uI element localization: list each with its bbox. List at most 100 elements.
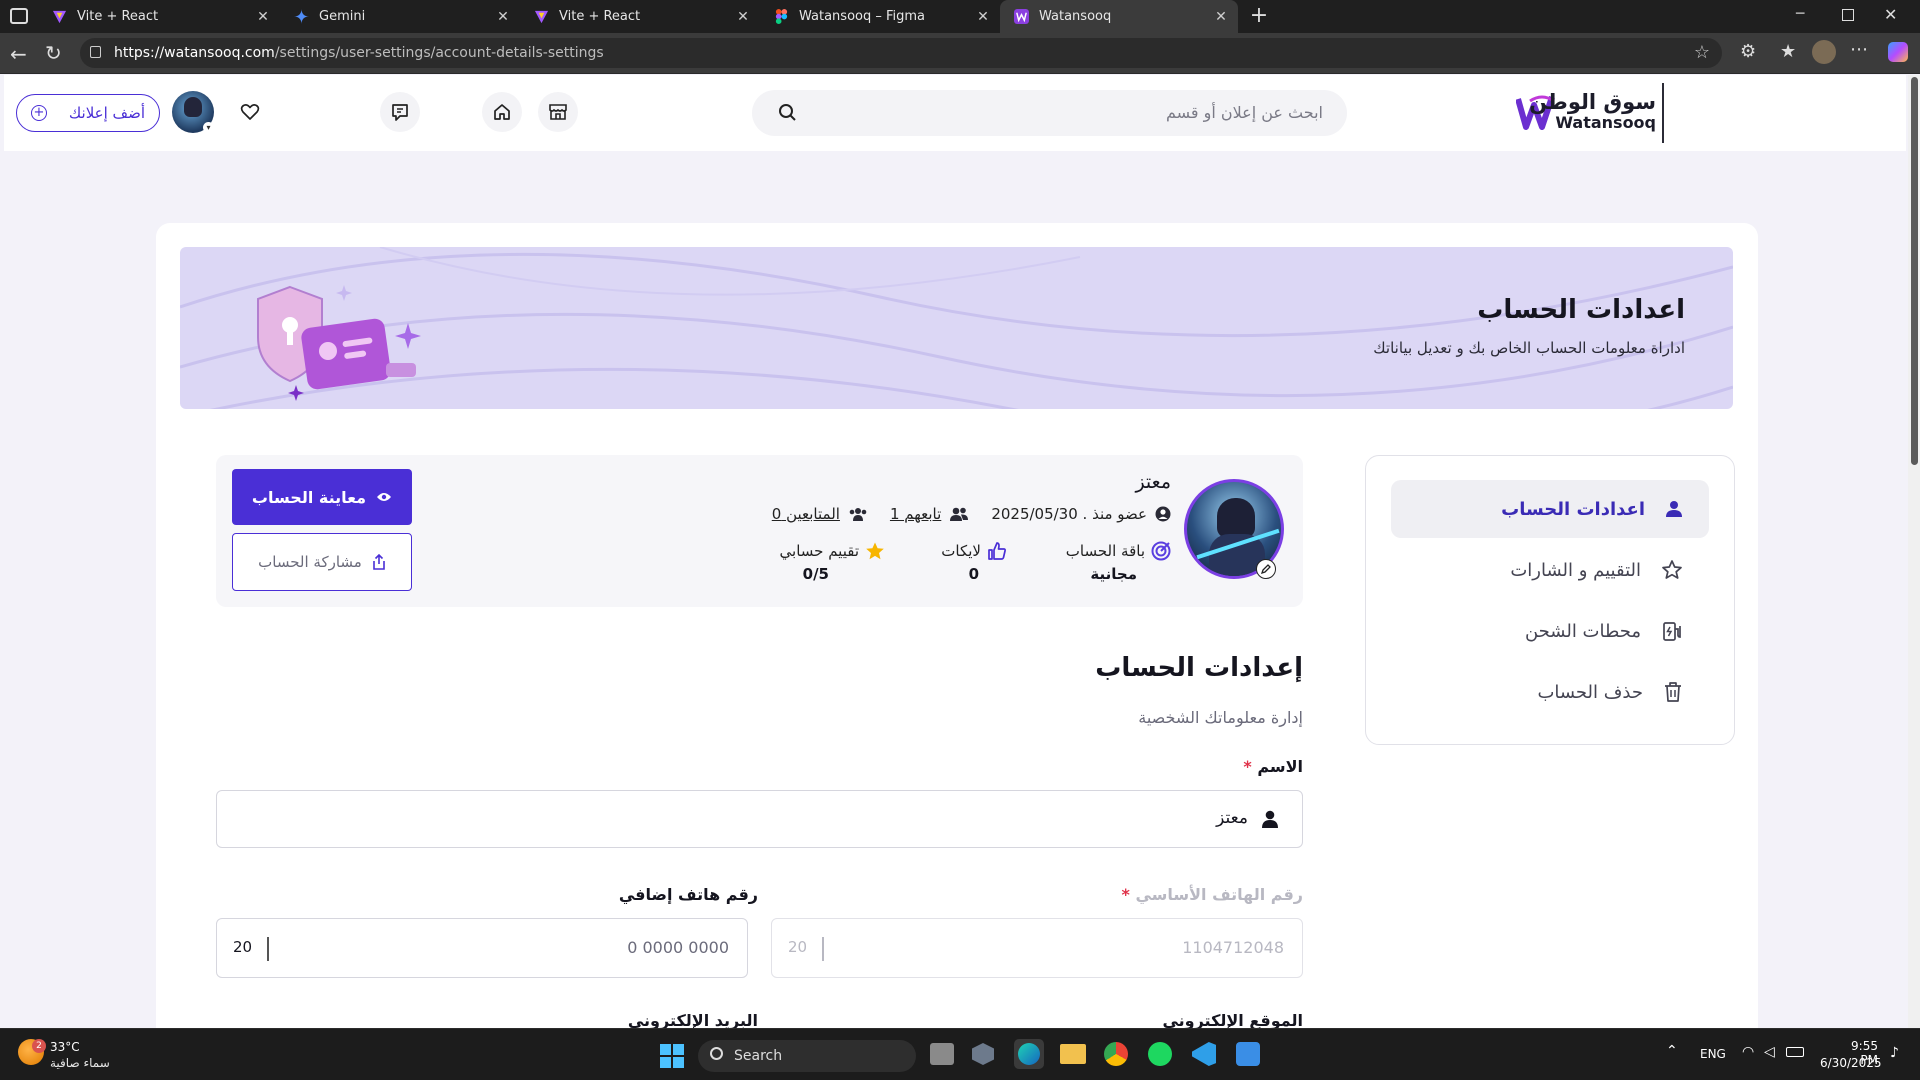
reload-icon[interactable]: ↻ xyxy=(45,41,62,65)
page-scrollbar[interactable] xyxy=(1908,75,1920,1028)
windows-taskbar: 2 33°C سماء صافية Search ⌃ ENG ◠ ◁ 9:55 … xyxy=(0,1028,1920,1080)
form-title: إعدادات الحساب xyxy=(1095,653,1303,683)
web-page: سوق الوطن Watansooq ابحث عن إعلان أو قسم… xyxy=(4,75,1906,1028)
sidebar-item-ratings-badges[interactable]: التقييم و الشارات xyxy=(1391,541,1709,599)
notification-bell-icon[interactable]: ♪ xyxy=(1890,1045,1899,1061)
spotify-icon[interactable] xyxy=(1148,1042,1172,1066)
thumbs-up-icon xyxy=(988,542,1006,560)
banner-title: اعدادات الحساب xyxy=(1477,295,1685,325)
security-id-card-illustration xyxy=(257,285,421,401)
preview-account-button[interactable]: معاينة الحساب xyxy=(232,469,412,525)
likes-label: لايكات xyxy=(941,542,981,560)
tab-actions-icon[interactable] xyxy=(10,8,28,24)
file-explorer-icon[interactable] xyxy=(1060,1044,1086,1064)
followers-link[interactable]: المتابعين 0 xyxy=(772,505,840,523)
close-tab-icon[interactable]: ✕ xyxy=(492,9,514,25)
volume-icon[interactable]: ◁ xyxy=(1764,1044,1775,1060)
search-icon[interactable] xyxy=(778,103,798,123)
wifi-icon[interactable]: ◠ xyxy=(1742,1044,1754,1060)
back-icon[interactable]: ← xyxy=(10,42,27,66)
close-window-icon[interactable]: ✕ xyxy=(1884,5,1897,24)
photos-app-icon[interactable] xyxy=(1236,1042,1260,1066)
chrome-icon[interactable] xyxy=(1104,1042,1128,1066)
profile-summary-card: معتز عضو منذ . 2025/05/30 تابعهم 1 المتا… xyxy=(216,455,1303,607)
chevron-down-icon[interactable]: ▾ xyxy=(203,122,214,133)
form-subtitle: إدارة معلوماتك الشخصية xyxy=(1138,708,1303,727)
url-field[interactable]: https://watansooq.com/settings/user-sett… xyxy=(80,38,1722,68)
settings-sidebar: اعدادات الحساب التقييم و الشارات محطات ا… xyxy=(1365,455,1735,745)
browser-tab-1[interactable]: Vite + React ✕ xyxy=(38,0,280,33)
sidebar-item-delete-account[interactable]: حذف الحساب xyxy=(1391,663,1709,721)
close-tab-icon[interactable]: ✕ xyxy=(252,9,274,25)
primary-phone-label: رقم الهاتف الأساسي * xyxy=(1121,885,1303,904)
edit-avatar-button[interactable] xyxy=(1256,559,1276,579)
browser-tab-3[interactable]: Vite + React ✕ xyxy=(520,0,760,33)
sidebar-item-charging-stations[interactable]: محطات الشحن xyxy=(1391,602,1709,660)
likes-stat-block: لايكات 0 xyxy=(917,541,1007,583)
browser-tab-5[interactable]: Watansooq ✕ xyxy=(1000,0,1238,33)
heart-icon xyxy=(240,103,260,120)
settings-card: اعدادات الحساب اداراة معلومات الحساب الخ… xyxy=(156,223,1758,1028)
sidebar-item-account-settings[interactable]: اعدادات الحساب xyxy=(1391,480,1709,538)
primary-phone-code: 20 xyxy=(788,938,808,956)
app-hex-icon[interactable] xyxy=(972,1043,994,1065)
messages-button[interactable] xyxy=(380,92,420,132)
language-indicator[interactable]: ENG xyxy=(1700,1047,1726,1061)
close-tab-icon[interactable]: ✕ xyxy=(732,9,754,25)
name-value: معتز xyxy=(1216,808,1248,828)
profile-avatar-icon[interactable] xyxy=(1812,40,1836,64)
clock-date[interactable]: 6/30/2025 xyxy=(1820,1056,1882,1070)
extensions-icon[interactable]: ⚙ xyxy=(1740,41,1756,62)
task-view-icon[interactable] xyxy=(930,1043,954,1065)
profile-meta-row: عضو منذ . 2025/05/30 تابعهم 1 المتابعين … xyxy=(772,505,1171,523)
extra-phone-label: رقم هاتف إضافي xyxy=(618,885,758,904)
star-filled-icon xyxy=(866,542,884,560)
site-info-icon[interactable] xyxy=(90,46,101,58)
rating-stat-block: تقييم حسابي 0/5 xyxy=(755,541,885,583)
likes-value: 0 xyxy=(968,565,979,583)
extra-phone-field[interactable]: 0 0000 0000 20 xyxy=(216,918,748,978)
scrollbar-thumb[interactable] xyxy=(1911,77,1918,465)
browser-tab-4[interactable]: Watansooq – Figma ✕ xyxy=(760,0,1000,33)
banner-subtitle: اداراة معلومات الحساب الخاص بك و تعديل ب… xyxy=(1373,339,1685,357)
taskbar-search[interactable]: Search xyxy=(698,1040,916,1072)
favorite-star-icon[interactable]: ☆ xyxy=(1694,38,1710,68)
browser-tab-2[interactable]: Gemini ✕ xyxy=(280,0,520,33)
close-tab-icon[interactable]: ✕ xyxy=(1210,9,1232,25)
rating-label: تقييم حسابي xyxy=(779,542,859,560)
vscode-icon[interactable] xyxy=(1192,1042,1216,1066)
header-divider xyxy=(1662,83,1664,143)
close-tab-icon[interactable]: ✕ xyxy=(972,9,994,25)
name-field[interactable]: معتز xyxy=(216,790,1303,848)
share-account-button[interactable]: مشاركة الحساب xyxy=(232,533,412,591)
favorites-icon[interactable]: ★ xyxy=(1780,41,1796,62)
favorites-button[interactable] xyxy=(230,92,270,132)
gemini-icon xyxy=(294,9,309,24)
primary-phone-value: 1104712048 xyxy=(1182,938,1284,957)
minimize-icon[interactable]: ─ xyxy=(1796,6,1804,22)
new-tab-icon[interactable]: + xyxy=(1246,3,1272,29)
avatar-figure xyxy=(184,97,202,117)
stores-button[interactable] xyxy=(538,92,578,132)
vite-icon xyxy=(534,10,549,24)
battery-icon[interactable] xyxy=(1786,1047,1804,1057)
followers-icon xyxy=(849,508,867,521)
trash-icon xyxy=(1665,682,1681,702)
pencil-icon xyxy=(1260,564,1271,575)
windows-start-icon[interactable] xyxy=(660,1044,684,1068)
site-logo[interactable]: سوق الوطن Watansooq xyxy=(1512,83,1664,143)
settings-banner: اعدادات الحساب اداراة معلومات الحساب الخ… xyxy=(180,247,1733,409)
copilot-icon[interactable] xyxy=(1888,42,1908,62)
chevron-up-icon[interactable]: ⌃ xyxy=(1666,1043,1678,1059)
search-bar[interactable]: ابحث عن إعلان أو قسم xyxy=(752,90,1347,136)
following-link[interactable]: تابعهم 1 xyxy=(890,505,941,523)
home-button[interactable] xyxy=(482,92,522,132)
more-options-icon[interactable]: ⋯ xyxy=(1850,39,1868,60)
target-icon xyxy=(1151,541,1171,561)
package-stat-block: باقة الحساب مجانية xyxy=(1041,541,1171,583)
restore-icon[interactable] xyxy=(1842,9,1854,21)
taskbar-edge-item[interactable] xyxy=(1014,1039,1044,1069)
sidebar-item-label: اعدادات الحساب xyxy=(1501,498,1645,520)
star-icon xyxy=(1662,560,1682,579)
add-ad-button[interactable]: أضف إعلانك + xyxy=(16,94,160,132)
